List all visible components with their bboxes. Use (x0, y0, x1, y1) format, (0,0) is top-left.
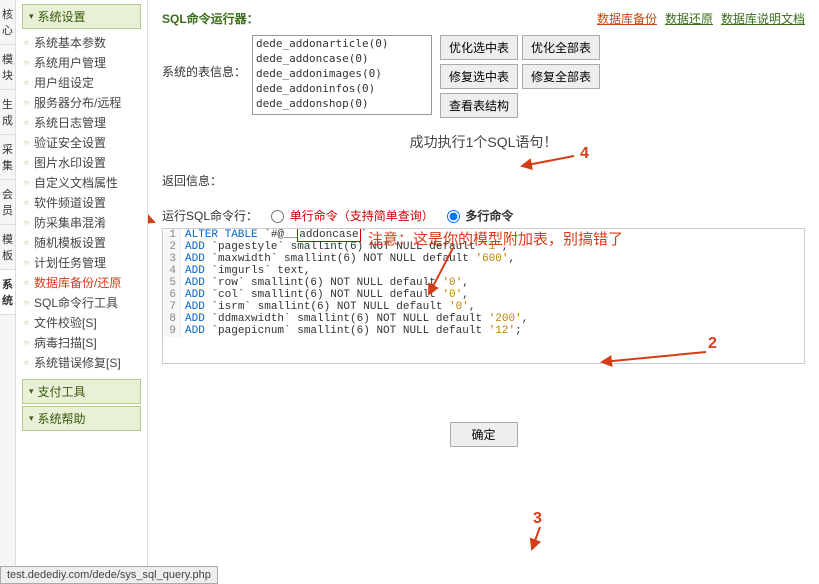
table-option[interactable]: dede_addonshop(0) (253, 96, 431, 111)
annotation-note: 注意：这是你的模型附加表，别搞错了 (368, 228, 623, 249)
view-structure-button[interactable]: 查看表结构 (440, 93, 518, 118)
sidebar-item[interactable]: 软件频道设置 (22, 193, 141, 213)
arrow-icon (423, 244, 463, 300)
sidebar-item[interactable]: 自定义文档属性 (22, 173, 141, 193)
optimize-all-button[interactable]: 优化全部表 (522, 35, 600, 60)
table-option[interactable]: dede_addonimages(0) (253, 66, 431, 81)
chevron-down-icon: ▾ (29, 386, 34, 397)
sidebar-item[interactable]: 服务器分布/远程 (22, 93, 141, 113)
sidebar-item[interactable]: 随机模板设置 (22, 233, 141, 253)
annotation-4: 4 (580, 145, 589, 163)
vtab-2[interactable]: 生成 (0, 90, 15, 135)
annotation-2: 2 (708, 335, 717, 353)
sidebar-item[interactable]: 防采集串混淆 (22, 213, 141, 233)
sidebar-item[interactable]: 验证安全设置 (22, 133, 141, 153)
arrow-icon (148, 208, 160, 226)
table-option[interactable]: dede_addoncase(0) (253, 51, 431, 66)
status-bar: test.dedediy.com/dede/sys_sql_query.php (0, 566, 218, 584)
table-option[interactable]: dede_addoninfos(0) (253, 81, 431, 96)
arrow-icon (526, 525, 546, 553)
sidebar-item[interactable]: 计划任务管理 (22, 253, 141, 273)
vtab-3[interactable]: 采集 (0, 135, 15, 180)
sidebar-item[interactable]: 数据库备份/还原 (22, 273, 141, 293)
run-sql-label: 运行SQL命令行： 单行命令（支持简单查询） 多行命令 (162, 207, 805, 224)
sidebar-item[interactable]: 用户组设定 (22, 73, 141, 93)
repair-selected-button[interactable]: 修复选中表 (440, 64, 518, 89)
single-line-radio[interactable] (271, 210, 284, 223)
sidebar-item[interactable]: SQL命令行工具 (22, 293, 141, 313)
chevron-down-icon: ▾ (29, 413, 34, 424)
title-link[interactable]: 数据库备份 (597, 12, 657, 26)
vtab-6[interactable]: 系统 (0, 270, 15, 315)
arrow-icon (518, 152, 578, 176)
sidebar-item[interactable]: 系统错误修复[S] (22, 353, 141, 373)
sidebar-item[interactable]: 系统日志管理 (22, 113, 141, 133)
vtab-1[interactable]: 模块 (0, 45, 15, 90)
table-info-label: 系统的表信息： (162, 35, 252, 80)
vtab-5[interactable]: 模板 (0, 225, 15, 270)
submit-button[interactable]: 确定 (450, 422, 518, 447)
return-info-label: 返回信息： (162, 172, 805, 189)
sidebar-section-1[interactable]: ▾支付工具 (22, 379, 141, 404)
vtab-4[interactable]: 会员 (0, 180, 15, 225)
sidebar-section-2[interactable]: ▾系统帮助 (22, 406, 141, 431)
sidebar-section-0[interactable]: ▾系统设置 (22, 4, 141, 29)
sidebar-item[interactable]: 系统基本参数 (22, 33, 141, 53)
table-option[interactable]: dede_addonsoft(0) (253, 111, 431, 115)
sidebar-item[interactable]: 图片水印设置 (22, 153, 141, 173)
sidebar-item[interactable]: 病毒扫描[S] (22, 333, 141, 353)
table-listbox[interactable]: dede_addonarticle(0)dede_addoncase(0)ded… (252, 35, 432, 115)
table-option[interactable]: dede_addonarticle(0) (253, 36, 431, 51)
sidebar-item[interactable]: 系统用户管理 (22, 53, 141, 73)
page-title: SQL命令运行器： (162, 12, 259, 26)
title-link[interactable]: 数据还原 (665, 12, 713, 26)
optimize-selected-button[interactable]: 优化选中表 (440, 35, 518, 60)
vtab-0[interactable]: 核心 (0, 0, 15, 45)
sidebar-item[interactable]: 文件校验[S] (22, 313, 141, 333)
arrow-icon (598, 348, 708, 368)
multi-line-radio[interactable] (447, 210, 460, 223)
title-link[interactable]: 数据库说明文档 (721, 12, 805, 26)
success-message: 成功执行1个SQL语句！ (162, 132, 805, 152)
chevron-down-icon: ▾ (29, 11, 34, 22)
repair-all-button[interactable]: 修复全部表 (522, 64, 600, 89)
